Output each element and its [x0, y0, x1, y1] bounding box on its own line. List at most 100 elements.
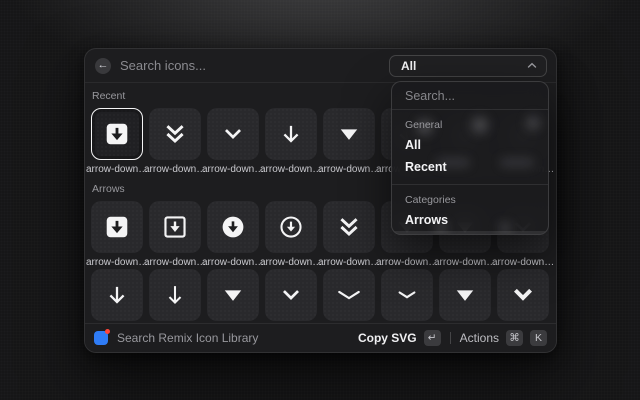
- dropdown-group-header: General: [405, 119, 535, 131]
- icon-tile[interactable]: [149, 201, 201, 253]
- copy-svg-action[interactable]: Copy SVG: [358, 331, 417, 345]
- icon-cell: [323, 108, 375, 160]
- icon-cell: [323, 269, 375, 321]
- icon-tile[interactable]: [439, 269, 491, 321]
- icon-cell: [91, 201, 143, 253]
- icon-name-label: arrow-down…: [202, 164, 264, 176]
- arrow-down-box-line-icon: [162, 214, 188, 240]
- icon-tile[interactable]: [265, 269, 317, 321]
- icon-cell: [265, 108, 317, 160]
- dropdown-group-categories: Categories ArrowsBuildings: [392, 185, 548, 235]
- icon-tile[interactable]: [323, 269, 375, 321]
- icon-tile[interactable]: [207, 269, 259, 321]
- icon-name-label: arrow-down…: [144, 164, 206, 176]
- icon-cell: [265, 269, 317, 321]
- label-cell: arrow-down…: [381, 257, 433, 269]
- arrow-down-line-icon: [278, 121, 304, 147]
- icon-tile[interactable]: [91, 201, 143, 253]
- icon-name-label: arrow-down…: [260, 164, 322, 176]
- icon-tile[interactable]: [323, 201, 375, 253]
- label-cell: arrow-down…: [149, 164, 201, 176]
- label-cell: arrow-down…: [207, 257, 259, 269]
- app-title: Search Remix Icon Library: [117, 331, 358, 345]
- icon-name-label: arrow-down…: [260, 257, 322, 269]
- icon-name-label: arrow-down…: [202, 257, 264, 269]
- icon-name-label: arrow-down…: [86, 164, 148, 176]
- header: ← Search icons... All: [85, 49, 556, 83]
- arrow-drop-down-line-icon: [394, 282, 420, 308]
- icon-tile[interactable]: [381, 269, 433, 321]
- arrow-down-wide-line-icon: [336, 282, 362, 308]
- icon-cell: [149, 269, 201, 321]
- icon-tile[interactable]: [207, 108, 259, 160]
- label-cell: arrow-down…: [207, 164, 259, 176]
- arrow-down-fill-icon: [220, 282, 246, 308]
- label-cell: arrow-down…: [91, 257, 143, 269]
- icon-cell: [265, 201, 317, 253]
- arrow-down-long-line-icon: [162, 282, 188, 308]
- arrow-down-double-line-icon: [162, 121, 188, 147]
- footer-bar: Search Remix Icon Library Copy SVG ↵ Act…: [85, 323, 556, 352]
- category-filter-dropdown[interactable]: All: [389, 55, 547, 77]
- filter-value: All: [401, 59, 527, 73]
- arrow-down-fill-icon: [336, 121, 362, 147]
- footer-divider: [450, 332, 451, 344]
- dropdown-item-recent[interactable]: Recent: [405, 156, 535, 178]
- label-cell: arrow-down…: [323, 257, 375, 269]
- icon-name-label: arrow-down…: [376, 257, 438, 269]
- icon-cell: [439, 269, 491, 321]
- icon-cell: [149, 201, 201, 253]
- arrow-down-line-icon: [104, 282, 130, 308]
- arrow-down-double-line-icon: [336, 214, 362, 240]
- label-cell: arrow-down…: [439, 257, 491, 269]
- search-input[interactable]: Search icons...: [120, 58, 389, 73]
- arrow-down-fill-icon: [452, 282, 478, 308]
- icon-cell: [91, 108, 143, 160]
- icon-tile[interactable]: [323, 108, 375, 160]
- notification-dot: [105, 329, 110, 334]
- icon-tile[interactable]: [91, 269, 143, 321]
- icon-cell: [207, 201, 259, 253]
- dropdown-group-header: Categories: [405, 194, 535, 206]
- back-button[interactable]: ←: [95, 58, 111, 74]
- dropdown-item-buildings[interactable]: Buildings: [392, 231, 548, 235]
- icon-cell: [149, 108, 201, 160]
- arrow-down-s-line-bold-icon: [510, 282, 536, 308]
- dropdown-item-arrows[interactable]: Arrows: [405, 209, 535, 231]
- icon-tile[interactable]: [265, 201, 317, 253]
- dropdown-search-input[interactable]: Search...: [392, 82, 548, 110]
- icon-cell: [497, 269, 549, 321]
- icon-cell: [207, 108, 259, 160]
- label-cell: arrow-down…: [497, 257, 549, 269]
- icon-tile[interactable]: [207, 201, 259, 253]
- arrow-down-circle-line-icon: [278, 214, 304, 240]
- icon-name-label: arrow-down…: [318, 164, 380, 176]
- return-key-badge: ↵: [424, 330, 441, 346]
- label-cell: arrow-down…: [265, 257, 317, 269]
- icon-tile[interactable]: [149, 269, 201, 321]
- arrow-left-icon: ←: [98, 60, 109, 71]
- icon-cell: [207, 269, 259, 321]
- icon-tile[interactable]: [149, 108, 201, 160]
- arrow-down-s-line-icon: [220, 121, 246, 147]
- label-cell: arrow-down…: [149, 257, 201, 269]
- label-cell: arrow-down…: [323, 164, 375, 176]
- icon-name-label: arrow-down…: [492, 257, 554, 269]
- label-cell: arrow-down…: [265, 164, 317, 176]
- arrow-down-s-line-icon: [278, 282, 304, 308]
- k-key-badge: K: [530, 330, 547, 346]
- cmd-key-badge: ⌘: [506, 330, 523, 346]
- actions-menu-button[interactable]: Actions: [460, 331, 499, 345]
- footer-actions: Copy SVG ↵ Actions ⌘ K: [358, 330, 547, 346]
- icon-cell: [91, 269, 143, 321]
- arrow-down-circle-fill-icon: [220, 214, 246, 240]
- icon-tile-row: [91, 269, 550, 321]
- dropdown-group-general: General AllRecent: [392, 110, 548, 179]
- icon-name-label: arrow-down…: [434, 257, 496, 269]
- label-cell: arrow-down…: [91, 164, 143, 176]
- icon-tile[interactable]: [497, 269, 549, 321]
- icon-tile[interactable]: [265, 108, 317, 160]
- icon-tile[interactable]: [91, 108, 143, 160]
- dropdown-item-all[interactable]: All: [405, 134, 535, 156]
- icon-cell: [381, 269, 433, 321]
